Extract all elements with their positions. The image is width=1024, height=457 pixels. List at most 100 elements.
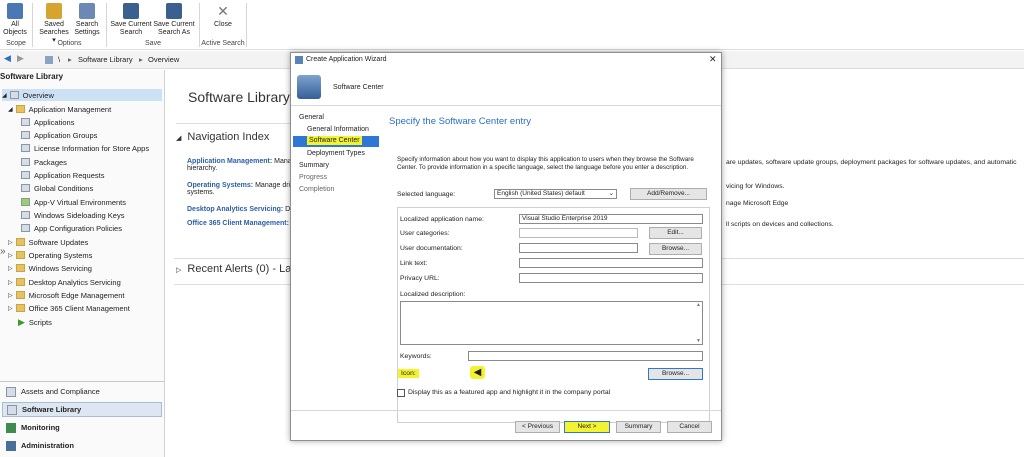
keywords-input[interactable]: [468, 351, 703, 361]
folder-icon: [15, 238, 25, 246]
close-icon: ✕: [215, 3, 231, 19]
add-remove-button[interactable]: Add/Remove...: [630, 188, 707, 200]
navigation-pane: Software Library ◢ Overview ◢ Application …: [0, 70, 165, 457]
workspace-monitoring[interactable]: Monitoring: [2, 420, 162, 435]
link-text-label: Link text:: [400, 260, 428, 267]
breadcrumb-software-library[interactable]: Software Library: [78, 55, 133, 64]
tree-item-application-requests[interactable]: Application Requests: [21, 169, 104, 181]
privacy-url-input[interactable]: [519, 273, 703, 283]
step-deployment-types[interactable]: Deployment Types: [307, 150, 365, 157]
recent-alerts-header[interactable]: ▷ Recent Alerts (0) - Last: [176, 263, 300, 275]
edit-categories-button[interactable]: Edit...: [649, 227, 702, 239]
browse-icon-button[interactable]: Browse...: [648, 368, 703, 380]
localized-description-textarea[interactable]: ▲ ▼: [400, 301, 703, 345]
language-select[interactable]: English (United States) default ⌄: [494, 189, 617, 199]
administration-icon: [6, 440, 16, 451]
step-general: General: [299, 114, 324, 121]
workspace-administration[interactable]: Administration: [2, 438, 162, 453]
back-button[interactable]: ◀: [4, 53, 11, 64]
step-general-information[interactable]: General Information: [307, 126, 369, 133]
application-requests-icon: [21, 171, 30, 179]
link-text-input[interactable]: [519, 258, 703, 268]
tree-item-edge-management[interactable]: ▷ Microsoft Edge Management: [8, 289, 125, 301]
folder-icon: [15, 304, 25, 312]
save-current-search-button[interactable]: Save Current Search: [110, 2, 152, 37]
tree-item-software-updates[interactable]: ▷ Software Updates: [8, 236, 88, 248]
tree-item-global-conditions[interactable]: Global Conditions: [21, 182, 93, 194]
all-objects-icon: [7, 3, 23, 19]
wizard-header: Software Center: [333, 84, 384, 91]
license-icon: [21, 144, 30, 152]
assets-icon: [6, 386, 16, 397]
user-documentation-label: User documentation:: [400, 245, 463, 252]
save-as-icon: [166, 3, 182, 19]
nav-item-application-management: Application Management: Manage hierarchy.: [187, 158, 300, 172]
forward-button[interactable]: ▶: [17, 53, 24, 64]
wizard-titlebar[interactable]: Create Application Wizard ✕: [291, 53, 721, 67]
selected-language-label: Selected language:: [397, 191, 456, 198]
tree-item-packages[interactable]: Packages: [21, 156, 67, 168]
monitoring-icon: [6, 422, 16, 433]
tree-item-application-management[interactable]: ◢ Application Management: [8, 103, 111, 115]
next-button[interactable]: Next >: [564, 421, 610, 433]
wizard-page-title: Specify the Software Center entry: [389, 116, 532, 127]
summary-button[interactable]: Summary: [616, 421, 661, 433]
packages-icon: [21, 158, 30, 166]
step-software-center-selected[interactable]: Software Center: [293, 136, 379, 147]
collapse-pane-icon[interactable]: »: [0, 246, 6, 257]
workspace-software-library[interactable]: Software Library: [2, 402, 162, 417]
step-completion: Completion: [299, 186, 335, 193]
scroll-down-icon[interactable]: ▼: [696, 338, 701, 344]
search-settings-icon: [79, 3, 95, 19]
group-label-scope: Scope: [6, 40, 26, 47]
root-crumb[interactable]: \: [58, 55, 60, 64]
previous-button[interactable]: < Previous: [515, 421, 560, 433]
workspace-assets[interactable]: Assets and Compliance: [2, 384, 162, 399]
scroll-up-icon[interactable]: ▲: [696, 302, 701, 308]
tree-item-scripts[interactable]: ▶ Scripts: [18, 316, 52, 328]
close-search-button[interactable]: ✕ Close: [208, 2, 238, 29]
user-categories-input[interactable]: [519, 228, 638, 238]
group-label-active-search: Active Search: [201, 40, 245, 47]
tree-item-appv-environments[interactable]: App-V Virtual Environments: [21, 196, 126, 208]
all-objects-button[interactable]: All Objects: [3, 2, 27, 37]
tree-item-applications[interactable]: Applications: [21, 116, 74, 128]
folder-icon: [15, 278, 25, 286]
tree-item-license-information[interactable]: License Information for Store Apps: [21, 142, 149, 154]
user-documentation-input[interactable]: [519, 243, 638, 253]
application-groups-icon: [21, 131, 30, 139]
tree-item-office365[interactable]: ▷ Office 365 Client Management: [8, 302, 130, 314]
scripts-icon: ▶: [18, 316, 25, 327]
saved-searches-button[interactable]: Saved Searches ▾: [38, 2, 70, 45]
description-text-2: vicing for Windows.: [726, 183, 785, 190]
featured-app-checkbox[interactable]: [397, 389, 405, 397]
wizard-title: Create Application Wizard: [306, 56, 387, 63]
close-icon[interactable]: ✕: [709, 54, 717, 65]
tree-item-overview[interactable]: ◢ Overview: [2, 89, 162, 101]
folder-icon: [15, 251, 25, 259]
tree-item-operating-systems[interactable]: ▷ Operating Systems: [8, 249, 92, 261]
navigation-index-header[interactable]: ◢ Navigation Index: [176, 131, 269, 143]
localized-description-label: Localized description:: [400, 291, 466, 298]
localized-name-input[interactable]: Visual Studio Enterprise 2019: [519, 214, 703, 224]
nav-item-operating-systems: Operating Systems: Manage driver systems.: [187, 182, 300, 196]
tree-item-application-groups[interactable]: Application Groups: [21, 129, 97, 141]
search-settings-button[interactable]: Search Settings: [73, 2, 101, 37]
wizard-description: Specify information about how you want t…: [397, 156, 694, 171]
step-summary[interactable]: Summary: [299, 162, 329, 169]
step-software-center-label: Software Center: [307, 136, 362, 145]
keywords-label: Keywords:: [400, 353, 432, 360]
tree-item-desktop-analytics[interactable]: ▷ Desktop Analytics Servicing: [8, 276, 121, 288]
browse-documentation-button[interactable]: Browse...: [649, 243, 702, 255]
privacy-url-label: Privacy URL:: [400, 275, 440, 282]
wizard-app-icon: [295, 56, 303, 64]
tree-item-windows-servicing[interactable]: ▷ Windows Servicing: [8, 262, 92, 274]
save-current-search-as-button[interactable]: Save Current Search As: [153, 2, 195, 37]
step-progress: Progress: [299, 174, 328, 181]
tree-item-app-config-policies[interactable]: App Configuration Policies: [21, 222, 122, 234]
cancel-button[interactable]: Cancel: [667, 421, 712, 433]
breadcrumb-overview[interactable]: Overview: [148, 55, 179, 64]
localized-name-label: Localized application name:: [400, 216, 484, 223]
folder-icon: [15, 264, 25, 272]
tree-item-sideloading-keys[interactable]: Windows Sideloading Keys: [21, 209, 124, 221]
